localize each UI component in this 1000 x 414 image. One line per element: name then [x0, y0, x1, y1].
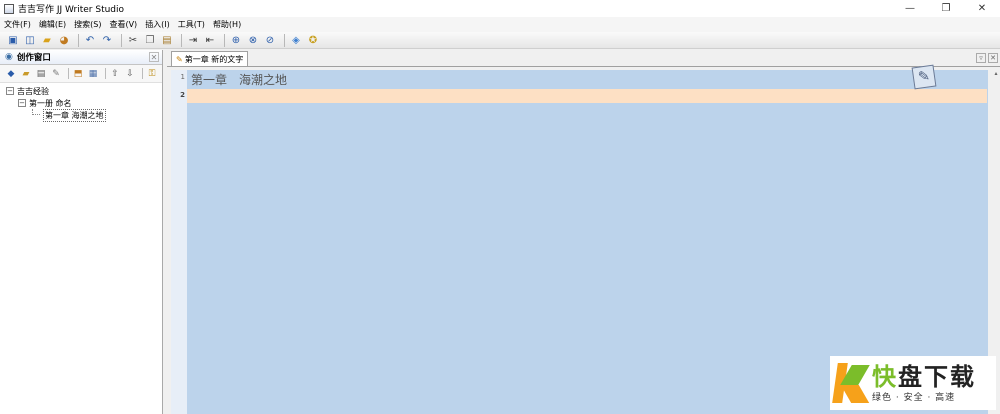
indent-icon[interactable]: ⇥: [186, 34, 200, 47]
window-controls: — ❐ ✕: [892, 0, 1000, 17]
edit-pencil-icon: ✎: [911, 64, 937, 90]
tab-close-button[interactable]: ✕: [988, 53, 998, 63]
main-toolbar: ▣ ◫ ▰ ◕ ↶ ↷ ✂ ❐ ▤ ⇥ ⇤ ⊕ ⊗ ⊘ ◈ ✪: [0, 32, 1000, 49]
outdent-icon[interactable]: ⇤: [203, 34, 217, 47]
k-logo-icon: [832, 359, 870, 407]
window-title: 吉吉写作 JJ Writer Studio: [18, 5, 125, 15]
collapse-icon[interactable]: −: [18, 99, 26, 107]
move-up-icon[interactable]: ⇧: [109, 68, 121, 80]
line-gutter: 1 2: [171, 70, 187, 414]
toolbar-separator: [78, 33, 79, 47]
watermark-logo: 快盘下载 绿色 · 安全 · 高速: [830, 356, 996, 410]
panel-header: ◉ 创作窗口 ✕: [0, 50, 162, 65]
current-line-highlight: [187, 89, 987, 103]
find-icon[interactable]: ⊕: [229, 34, 243, 47]
toolbar-separator: [121, 33, 122, 47]
document-icon: ✎: [176, 54, 183, 64]
copy-icon[interactable]: ❐: [143, 34, 157, 47]
restore-button[interactable]: ❐: [928, 0, 964, 17]
app-icon: [4, 3, 14, 14]
rename-icon[interactable]: ✎: [50, 68, 62, 80]
close-button[interactable]: ✕: [964, 0, 1000, 17]
new-folder-icon[interactable]: ▰: [20, 68, 32, 80]
panel-icon: ◉: [5, 52, 13, 62]
panel-toolbar: ◆ ▰ ▤ ✎ ⬒ ▦ ⇧ ⇩ ⚿: [0, 65, 162, 83]
watermark-main: 快盘下载: [872, 362, 976, 391]
toolbar-separator: [284, 33, 285, 47]
help-icon[interactable]: ✪: [306, 34, 320, 47]
panel-close-button[interactable]: ✕: [149, 52, 159, 62]
menu-view[interactable]: 查看(V): [109, 19, 137, 30]
new-book-icon[interactable]: ◆: [5, 68, 17, 80]
tree-label-book: 第一册 命名: [29, 98, 72, 108]
collapse-icon[interactable]: −: [6, 87, 14, 95]
panel-toolbar-separator: [105, 68, 106, 79]
move-down-icon[interactable]: ⇩: [124, 68, 136, 80]
tree-label-root: 吉吉经验: [17, 86, 49, 96]
panel-toolbar-separator: [142, 68, 143, 79]
line-number: 1: [180, 73, 185, 81]
tree-node-book[interactable]: − 第一册 命名: [0, 97, 162, 109]
menu-file[interactable]: 文件(F): [4, 19, 31, 30]
save-all-icon[interactable]: ◫: [23, 34, 37, 47]
line-number: 2: [180, 91, 185, 99]
properties-icon[interactable]: ▦: [87, 68, 99, 80]
tab-label: 第一章 新的文字: [184, 54, 244, 64]
toolbar-separator: [181, 33, 182, 47]
print-icon[interactable]: ◕: [57, 34, 71, 47]
open-icon[interactable]: ▰: [40, 34, 54, 47]
heading-chapter-number: 第一章: [191, 73, 228, 87]
panel-title: 创作窗口: [16, 53, 51, 63]
menu-help[interactable]: 帮助(H): [213, 19, 241, 30]
new-chapter-icon[interactable]: ▤: [35, 68, 47, 80]
lock-icon[interactable]: ⚿: [146, 68, 158, 80]
menu-bar: 文件(F) 编辑(E) 搜索(S) 查看(V) 插入(I) 工具(T) 帮助(H…: [0, 17, 1000, 32]
save-icon[interactable]: ▣: [6, 34, 20, 47]
tab-controls: ▿ ✕: [974, 53, 998, 63]
watermark-text: 快盘下载 绿色 · 安全 · 高速: [872, 364, 976, 403]
undo-icon[interactable]: ↶: [83, 34, 97, 47]
title-bar: 吉吉写作 JJ Writer Studio — ❐ ✕: [0, 0, 1000, 17]
paste-icon[interactable]: ▤: [160, 34, 174, 47]
export-icon[interactable]: ⬒: [72, 68, 84, 80]
replace-icon[interactable]: ⊘: [263, 34, 277, 47]
scroll-up-icon[interactable]: ▴: [992, 70, 1000, 78]
chapter-tree: − 吉吉经验 − 第一册 命名 第一章 海潮之地: [0, 83, 162, 122]
redo-icon[interactable]: ↷: [100, 34, 114, 47]
cut-icon[interactable]: ✂: [126, 34, 140, 47]
settings-icon[interactable]: ◈: [289, 34, 303, 47]
tree-node-chapter[interactable]: 第一章 海潮之地: [0, 108, 162, 122]
watermark-sub: 绿色 · 安全 · 高速: [872, 392, 956, 403]
tab-list-button[interactable]: ▿: [976, 53, 986, 63]
menu-tools[interactable]: 工具(T): [178, 19, 205, 30]
tree-label-chapter: 第一章 海潮之地: [43, 108, 106, 122]
heading-chapter-title: 海潮之地: [239, 73, 288, 87]
tab-document[interactable]: ✎ 第一章 新的文字: [171, 51, 249, 66]
menu-edit[interactable]: 编辑(E): [39, 19, 66, 30]
menu-insert[interactable]: 插入(I): [145, 19, 170, 30]
writing-panel: ◉ 创作窗口 ✕ ◆ ▰ ▤ ✎ ⬒ ▦ ⇧ ⇩ ⚿ − 吉吉经验 − 第一册 …: [0, 50, 163, 414]
minimize-button[interactable]: —: [892, 0, 928, 17]
menu-search[interactable]: 搜索(S): [74, 19, 101, 30]
document-tabbar: ✎ 第一章 新的文字 ▿ ✕: [167, 50, 1000, 67]
tree-node-root[interactable]: − 吉吉经验: [0, 85, 162, 97]
tree-connector: [32, 109, 40, 115]
chapter-heading: 第一章 海潮之地: [191, 71, 287, 88]
toolbar-separator: [224, 33, 225, 47]
find-next-icon[interactable]: ⊗: [246, 34, 260, 47]
panel-toolbar-separator: [68, 68, 69, 79]
